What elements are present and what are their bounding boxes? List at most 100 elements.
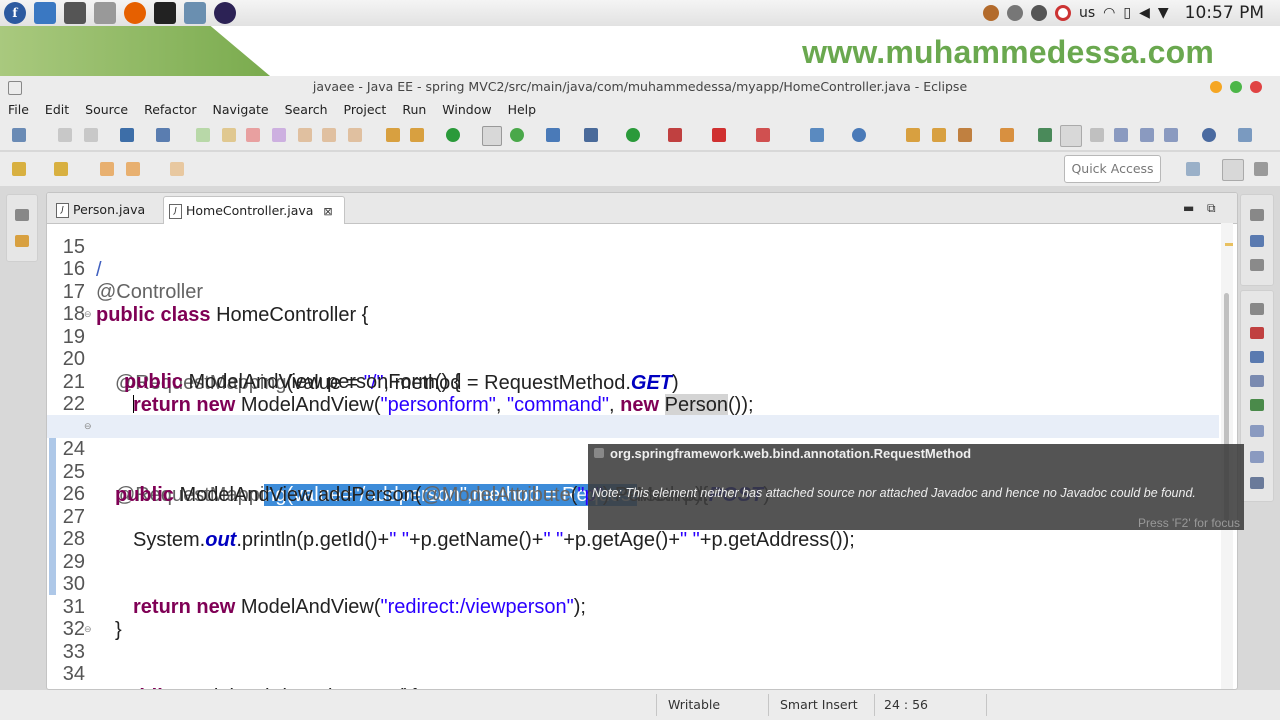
menu-project[interactable]: Project bbox=[336, 102, 395, 117]
save-all-icon[interactable] bbox=[84, 128, 98, 142]
code-line: 34 public ModelAndView viewemp(){ bbox=[47, 640, 1219, 689]
restore-right-icon[interactable] bbox=[1250, 209, 1264, 221]
server-start-icon[interactable] bbox=[446, 128, 460, 142]
watermark-banner: www.muhammedessa.com bbox=[0, 26, 1280, 76]
menu-refactor[interactable]: Refactor bbox=[136, 102, 204, 117]
fedora-logo-icon[interactable]: f bbox=[4, 2, 26, 24]
debug-icon[interactable] bbox=[584, 128, 598, 142]
debug-skip-icon[interactable] bbox=[156, 128, 170, 142]
stop-icon[interactable] bbox=[712, 128, 726, 142]
quick-access-input[interactable]: Quick Access bbox=[1064, 155, 1161, 183]
servers-icon[interactable] bbox=[1250, 375, 1264, 387]
data-source-explorer-icon[interactable] bbox=[1250, 399, 1264, 411]
whitespace-icon[interactable] bbox=[1164, 128, 1178, 142]
console-view-icon[interactable] bbox=[1250, 477, 1264, 489]
perspective-icon[interactable] bbox=[1238, 128, 1252, 142]
fold-icon[interactable]: ⊖ bbox=[84, 624, 92, 635]
save-icon[interactable] bbox=[58, 128, 72, 142]
menu-search[interactable]: Search bbox=[277, 102, 336, 117]
clock[interactable]: 10:57 PM bbox=[1185, 3, 1264, 23]
project-explorer-icon[interactable] bbox=[15, 235, 29, 247]
volume-icon[interactable]: ◀ bbox=[1139, 5, 1150, 21]
external-tools-icon[interactable] bbox=[756, 128, 770, 142]
new-server-icon[interactable] bbox=[810, 128, 824, 142]
search-tool-icon[interactable] bbox=[1000, 128, 1014, 142]
next-annotation-icon[interactable] bbox=[12, 162, 26, 176]
properties-icon[interactable] bbox=[1250, 351, 1264, 363]
step-over-icon[interactable] bbox=[322, 128, 336, 142]
minimize-button[interactable] bbox=[1210, 81, 1222, 93]
overview-warning-marker[interactable] bbox=[1225, 243, 1233, 246]
debug-perspective-icon[interactable] bbox=[1254, 162, 1268, 176]
new-icon[interactable] bbox=[12, 128, 26, 142]
wifi-icon[interactable]: ◠ bbox=[1103, 5, 1115, 21]
menu-help[interactable]: Help bbox=[500, 102, 545, 117]
coverage-icon[interactable] bbox=[668, 128, 682, 142]
restore-icon[interactable] bbox=[15, 209, 29, 221]
print-icon[interactable] bbox=[120, 128, 134, 142]
globe-icon[interactable] bbox=[1202, 128, 1216, 142]
annotation-icon[interactable] bbox=[1038, 128, 1052, 142]
suspend-icon[interactable] bbox=[222, 128, 236, 142]
refresh-icon[interactable] bbox=[510, 128, 524, 142]
cookie-icon[interactable] bbox=[983, 5, 999, 21]
step-into-icon[interactable] bbox=[298, 128, 312, 142]
step-return-icon[interactable] bbox=[348, 128, 362, 142]
menu-navigate[interactable]: Navigate bbox=[205, 102, 277, 117]
menu-file[interactable]: File bbox=[0, 102, 37, 117]
menu-window[interactable]: Window bbox=[434, 102, 499, 117]
code-line: 21 return new ModelAndView("personform",… bbox=[47, 348, 1219, 416]
menu-edit[interactable]: Edit bbox=[37, 102, 77, 117]
eclipse-icon[interactable] bbox=[214, 2, 236, 24]
use-step-filters-icon[interactable] bbox=[410, 128, 424, 142]
document-icon[interactable] bbox=[94, 2, 116, 24]
java-ee-perspective-icon[interactable] bbox=[1222, 159, 1244, 181]
close-button[interactable] bbox=[1250, 81, 1262, 93]
javadoc-hover-tooltip[interactable]: org.springframework.web.bind.annotation.… bbox=[588, 444, 1244, 530]
disconnect-icon[interactable] bbox=[272, 128, 286, 142]
toggle-breadcrumb-icon[interactable] bbox=[482, 126, 502, 146]
main-toolbar bbox=[0, 120, 1280, 150]
battery-icon[interactable]: ▯ bbox=[1123, 5, 1131, 21]
outline-icon[interactable] bbox=[1250, 235, 1264, 247]
highlight-icon[interactable] bbox=[1090, 128, 1104, 142]
open-type-icon[interactable] bbox=[546, 128, 560, 142]
files-icon[interactable] bbox=[34, 2, 56, 24]
console-icon[interactable] bbox=[154, 2, 176, 24]
resume-icon[interactable] bbox=[196, 128, 210, 142]
run-icon[interactable] bbox=[626, 128, 640, 142]
word-wrap-icon[interactable] bbox=[1140, 128, 1154, 142]
problems-icon[interactable] bbox=[1250, 451, 1264, 463]
pen-icon[interactable] bbox=[958, 128, 972, 142]
forward-icon[interactable] bbox=[170, 162, 184, 176]
web-browser-icon[interactable] bbox=[852, 128, 866, 142]
firefox-icon[interactable] bbox=[124, 2, 146, 24]
terminal-icon[interactable] bbox=[64, 2, 86, 24]
terminate-icon[interactable] bbox=[246, 128, 260, 142]
fold-icon[interactable]: ⊖ bbox=[84, 309, 92, 320]
record-icon[interactable] bbox=[1055, 5, 1071, 21]
fold-icon[interactable]: ⊖ bbox=[84, 421, 92, 432]
mark-occurrences-icon[interactable] bbox=[1060, 125, 1082, 147]
keyboard-layout[interactable]: us bbox=[1079, 5, 1095, 21]
snippets-icon[interactable] bbox=[1250, 425, 1264, 437]
open-perspective-icon[interactable] bbox=[1186, 162, 1200, 176]
menu-source[interactable]: Source bbox=[77, 102, 136, 117]
maximize-button[interactable] bbox=[1230, 81, 1242, 93]
drop-to-frame-icon[interactable] bbox=[386, 128, 400, 142]
dropdown-arrow-icon[interactable]: ▼ bbox=[1158, 5, 1169, 21]
menu-run[interactable]: Run bbox=[394, 102, 434, 117]
last-edit-icon[interactable] bbox=[100, 162, 114, 176]
settings-icon[interactable] bbox=[1031, 5, 1047, 21]
block-selection-icon[interactable] bbox=[1114, 128, 1128, 142]
restore-bottom-icon[interactable] bbox=[1250, 303, 1264, 315]
open-file-icon[interactable] bbox=[932, 128, 946, 142]
updates-icon[interactable] bbox=[1007, 5, 1023, 21]
open-folder-icon[interactable] bbox=[906, 128, 920, 142]
image-viewer-icon[interactable] bbox=[184, 2, 206, 24]
markers-icon[interactable] bbox=[1250, 327, 1264, 339]
previous-annotation-icon[interactable] bbox=[54, 162, 68, 176]
task-list-icon[interactable] bbox=[1250, 259, 1264, 271]
back-icon[interactable] bbox=[126, 162, 140, 176]
window-menu-icon[interactable] bbox=[8, 81, 22, 95]
